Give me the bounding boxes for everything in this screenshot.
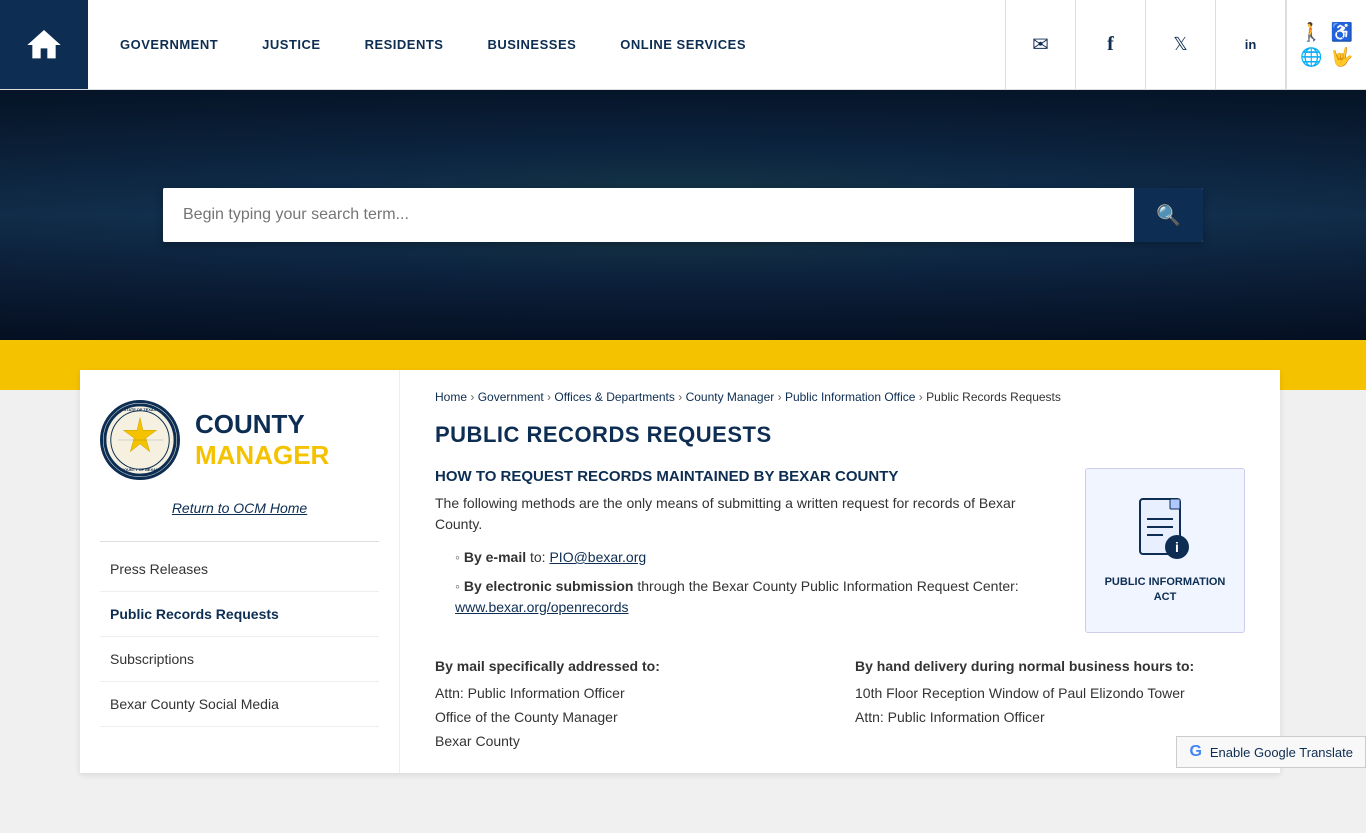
sidebar: STATE OF TEXAS COUNTY OF BEXAR COUNTY MA…	[80, 370, 400, 773]
twitter-link[interactable]: 𝕏	[1146, 0, 1216, 89]
sidebar-logo-text: COUNTY MANAGER	[195, 409, 329, 471]
hand-line3: Attn: Public Information Officer	[855, 706, 1245, 730]
person-icon[interactable]: 🚶	[1300, 22, 1322, 43]
main-container: STATE OF TEXAS COUNTY OF BEXAR COUNTY MA…	[0, 390, 1366, 833]
social-links: ✉ f 𝕏 in	[1005, 0, 1286, 89]
wheelchair-icon[interactable]: ♿	[1331, 22, 1353, 43]
pia-box[interactable]: i PUBLIC INFORMATION ACT	[1085, 468, 1245, 633]
email-method-label: By e-mail	[464, 549, 526, 565]
top-navigation: GOVERNMENT JUSTICE RESIDENTS BUSINESSES …	[0, 0, 1366, 90]
content-top: HOW TO REQUEST RECORDS MAINTAINED BY BEX…	[435, 468, 1245, 633]
electronic-method: By electronic submission through the Bex…	[455, 576, 1065, 618]
translate-label[interactable]: Enable Google Translate	[1210, 745, 1353, 760]
facebook-icon: f	[1107, 33, 1114, 56]
mail-line2: Office of the County Manager	[435, 706, 825, 730]
content-text-left: HOW TO REQUEST RECORDS MAINTAINED BY BEX…	[435, 468, 1065, 633]
mail-heading: By mail specifically addressed to:	[435, 658, 825, 674]
breadcrumb-current: Public Records Requests	[926, 390, 1061, 404]
nav-government[interactable]: GOVERNMENT	[98, 37, 240, 52]
svg-text:i: i	[1175, 539, 1179, 555]
pio-email-link[interactable]: PIO@bexar.org	[549, 549, 646, 565]
public-records-link[interactable]: Public Records Requests	[100, 592, 379, 636]
section-heading: HOW TO REQUEST RECORDS MAINTAINED BY BEX…	[435, 468, 1065, 485]
linkedin-link[interactable]: in	[1216, 0, 1286, 89]
hand-line1: 10th Floor Reception Window of Paul Eliz…	[855, 682, 1245, 706]
open-records-link[interactable]: www.bexar.org/openrecords	[455, 599, 629, 615]
sidebar-item-records: Public Records Requests	[100, 592, 379, 637]
nav-businesses[interactable]: BUSINESSES	[465, 37, 598, 52]
mail-address-col: By mail specifically addressed to: Attn:…	[435, 658, 825, 753]
search-button[interactable]: 🔍	[1134, 188, 1203, 242]
address-section: By mail specifically addressed to: Attn:…	[435, 658, 1245, 753]
search-icon: 🔍	[1156, 205, 1181, 227]
email-method-text: to:	[526, 549, 549, 565]
content-wrapper: STATE OF TEXAS COUNTY OF BEXAR COUNTY MA…	[80, 370, 1280, 773]
breadcrumb-government[interactable]: Government	[478, 390, 544, 404]
county-label: COUNTY	[195, 409, 329, 440]
breadcrumb-offices[interactable]: Offices & Departments	[554, 390, 675, 404]
nav-online-services[interactable]: ONLINE SERVICES	[598, 37, 768, 52]
hand-heading: By hand delivery during normal business …	[855, 658, 1245, 674]
sidebar-divider	[100, 541, 379, 542]
nav-residents[interactable]: RESIDENTS	[343, 37, 466, 52]
translate-nav-icon[interactable]: 🌐	[1300, 47, 1322, 68]
breadcrumb-home[interactable]: Home	[435, 390, 467, 404]
search-input[interactable]	[163, 188, 1134, 242]
sidebar-menu: Press Releases Public Records Requests S…	[100, 547, 379, 727]
hand-address-text: 10th Floor Reception Window of Paul Eliz…	[855, 682, 1245, 730]
linkedin-icon: in	[1245, 37, 1257, 52]
page-title: PUBLIC RECORDS REQUESTS	[435, 422, 1245, 448]
breadcrumb-pio[interactable]: Public Information Office	[785, 390, 916, 404]
sidebar-item-subscriptions: Subscriptions	[100, 637, 379, 682]
manager-label: MANAGER	[195, 440, 329, 471]
email-link[interactable]: ✉	[1006, 0, 1076, 89]
texas-seal: STATE OF TEXAS COUNTY OF BEXAR	[100, 400, 180, 480]
home-icon	[24, 25, 64, 65]
section-intro-text: The following methods are the only means…	[435, 493, 1065, 535]
main-content: Home › Government › Offices & Department…	[400, 370, 1280, 773]
return-ocm-link[interactable]: Return to OCM Home	[172, 500, 307, 516]
mail-line1: Attn: Public Information Officer	[435, 682, 825, 706]
subscriptions-link[interactable]: Subscriptions	[100, 637, 379, 681]
sign-language-icon[interactable]: 🤟	[1331, 47, 1353, 68]
facebook-link[interactable]: f	[1076, 0, 1146, 89]
twitter-icon: 𝕏	[1173, 34, 1188, 55]
electronic-method-text: through the Bexar County Public Informat…	[633, 578, 1018, 594]
sidebar-item-press: Press Releases	[100, 547, 379, 592]
sidebar-logo: STATE OF TEXAS COUNTY OF BEXAR COUNTY MA…	[100, 400, 379, 480]
home-button[interactable]	[0, 0, 88, 89]
pia-document-icon: i	[1130, 497, 1200, 567]
sidebar-item-social: Bexar County Social Media	[100, 682, 379, 727]
mail-address-text: Attn: Public Information Officer Office …	[435, 682, 825, 753]
social-media-link[interactable]: Bexar County Social Media	[100, 682, 379, 726]
accessibility-controls: 🚶 ♿ 🌐 🤟	[1286, 0, 1366, 89]
sidebar-return: Return to OCM Home	[100, 500, 379, 516]
breadcrumb: Home › Government › Offices & Department…	[435, 390, 1245, 404]
svg-text:STATE OF TEXAS: STATE OF TEXAS	[124, 407, 157, 412]
nav-links: GOVERNMENT JUSTICE RESIDENTS BUSINESSES …	[88, 0, 1005, 89]
methods-list: By e-mail to: PIO@bexar.org By electroni…	[435, 547, 1065, 618]
hero-section: 🔍	[0, 90, 1366, 340]
google-translate-icon: G	[1189, 743, 1201, 761]
svg-text:COUNTY OF BEXAR: COUNTY OF BEXAR	[121, 467, 159, 472]
search-bar: 🔍	[163, 188, 1203, 242]
email-method: By e-mail to: PIO@bexar.org	[455, 547, 1065, 568]
breadcrumb-county-manager[interactable]: County Manager	[686, 390, 775, 404]
press-releases-link[interactable]: Press Releases	[100, 547, 379, 591]
nav-justice[interactable]: JUSTICE	[240, 37, 342, 52]
translate-bar[interactable]: G Enable Google Translate	[1176, 736, 1366, 768]
mail-line3: Bexar County	[435, 730, 825, 754]
electronic-method-label: By electronic submission	[464, 578, 634, 594]
email-icon: ✉	[1032, 32, 1049, 57]
pia-label: PUBLIC INFORMATION ACT	[1096, 575, 1234, 604]
